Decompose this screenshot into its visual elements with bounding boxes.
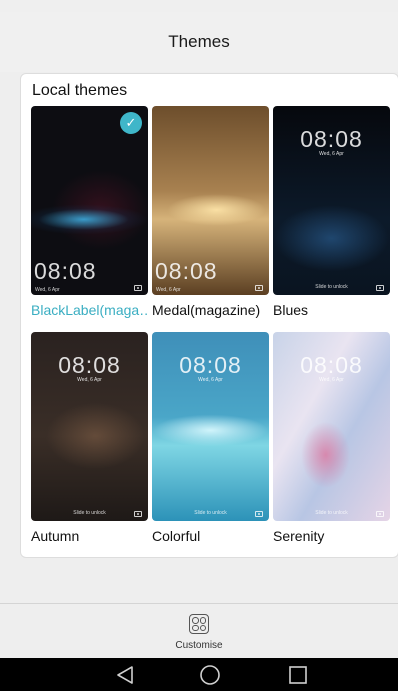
customise-grid-icon <box>189 614 209 634</box>
slide-to-unlock-text: Slide to unlock <box>73 510 106 516</box>
camera-icon <box>134 285 142 291</box>
system-navigation-bar <box>0 658 398 691</box>
lockscreen-date: Wed, 6 Apr <box>77 377 102 383</box>
camera-icon <box>134 511 142 517</box>
lockscreen-date: Wed, 6 Apr <box>319 377 344 383</box>
slide-to-unlock-text: Slide to unlock <box>194 510 227 516</box>
lockscreen-clock: 08:08 <box>179 352 242 378</box>
camera-icon <box>376 285 384 291</box>
camera-icon <box>255 285 263 291</box>
camera-icon <box>255 511 263 517</box>
theme-thumbnail[interactable]: 08:08 Wed, 6 Apr Slide to unlock <box>273 332 390 521</box>
title-bar: Themes <box>0 12 398 72</box>
customise-button[interactable]: Customise <box>174 608 224 656</box>
theme-label: BlackLabel(maga… <box>31 302 148 318</box>
checkmark-icon: ✓ <box>120 112 142 134</box>
status-bar <box>0 0 398 12</box>
theme-label: Blues <box>273 302 309 318</box>
slide-to-unlock-text: Slide to unlock <box>315 510 348 516</box>
lockscreen-date: Wed, 6 Apr <box>198 377 223 383</box>
theme-label: Serenity <box>273 528 325 544</box>
home-icon[interactable] <box>198 664 222 686</box>
lockscreen-date: Wed, 6 Apr <box>319 151 344 157</box>
theme-thumbnail[interactable]: 08:08 Wed, 6 Apr <box>152 106 269 295</box>
local-themes-card: Local themes ✓ 08:08 Wed, 6 Apr BlackLab… <box>20 73 398 558</box>
lockscreen-clock: 08:08 <box>300 126 363 152</box>
theme-thumbnail[interactable]: 08:08 Wed, 6 Apr Slide to unlock <box>152 332 269 521</box>
theme-thumbnail[interactable]: 08:08 Wed, 6 Apr Slide to unlock <box>31 332 148 521</box>
back-icon[interactable] <box>113 664 137 686</box>
lockscreen-date: Wed, 6 Apr <box>35 287 60 293</box>
lockscreen-clock: 08:08 <box>58 352 121 378</box>
theme-label: Medal(magazine) <box>152 302 261 318</box>
section-title: Local themes <box>32 82 128 99</box>
lockscreen-clock: 08:08 <box>34 258 97 284</box>
slide-to-unlock-text: Slide to unlock <box>315 284 348 290</box>
camera-icon <box>376 511 384 517</box>
page-title: Themes <box>168 32 230 51</box>
bottom-toolbar: Customise <box>0 603 398 658</box>
theme-label: Colorful <box>152 528 201 544</box>
lockscreen-clock: 08:08 <box>300 352 363 378</box>
theme-thumbnail[interactable]: ✓ 08:08 Wed, 6 Apr <box>31 106 148 295</box>
customise-label: Customise <box>175 640 223 651</box>
theme-thumbnail[interactable]: 08:08 Wed, 6 Apr Slide to unlock <box>273 106 390 295</box>
lockscreen-date: Wed, 6 Apr <box>156 287 181 293</box>
theme-label: Autumn <box>31 528 80 544</box>
lockscreen-clock: 08:08 <box>155 258 218 284</box>
recents-icon[interactable] <box>286 664 310 686</box>
